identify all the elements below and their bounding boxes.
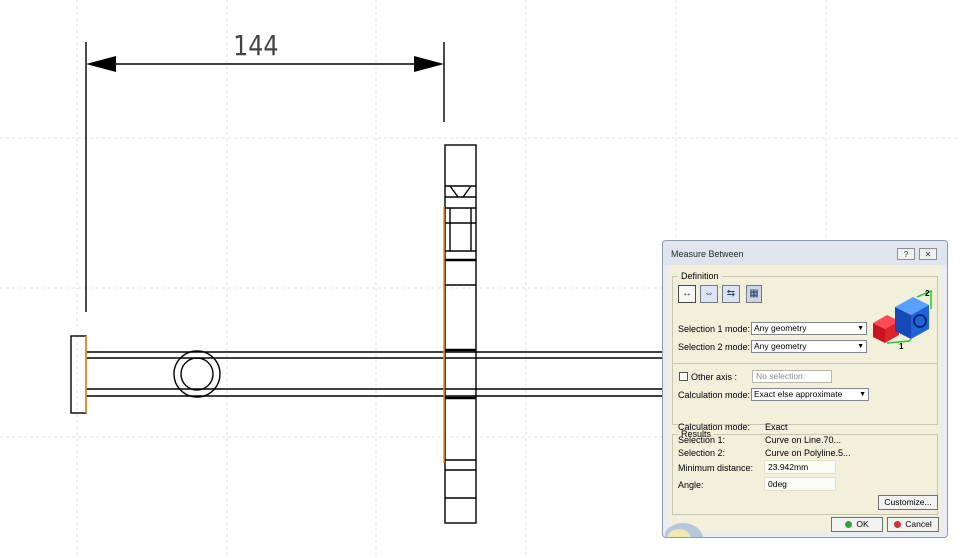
calculation-mode-value: Exact else approximate — [754, 389, 843, 399]
ok-button[interactable]: OK — [831, 517, 883, 532]
close-button[interactable]: ✕ — [919, 248, 937, 260]
keep-measure-icon[interactable]: ▦ — [746, 285, 762, 303]
angle-value: 0deg — [764, 477, 836, 491]
calculation-mode-label: Calculation mode: — [678, 390, 751, 400]
result-selection2-value: Curve on Polyline.5... — [765, 448, 851, 458]
selection-preview-icon: 1 2 — [873, 289, 932, 349]
preview-axis-label-2: 2 — [925, 289, 930, 298]
selection1-mode-label: Selection 1 mode: — [678, 324, 751, 334]
chevron-down-icon: ▼ — [857, 343, 864, 350]
result-selection2-label: Selection 2: — [678, 448, 726, 458]
app-logo-decoration — [665, 523, 703, 537]
minimum-distance-value: 23.942mm — [764, 460, 836, 474]
chevron-down-icon: ▼ — [857, 325, 864, 332]
ok-icon — [845, 521, 853, 528]
measure-between-icon[interactable]: ↔ — [678, 285, 696, 303]
calculation-mode-combo[interactable]: Exact else approximate ▼ — [751, 388, 869, 401]
dimension-value: 144 — [233, 30, 278, 62]
cancel-label: Cancel — [905, 519, 932, 529]
measure-fan-icon[interactable]: ⇆ — [722, 285, 740, 303]
cancel-icon — [894, 521, 902, 528]
minimum-distance-label: Minimum distance: — [678, 463, 754, 473]
selection2-mode-value: Any geometry — [754, 341, 807, 351]
angle-label: Angle: — [678, 480, 704, 490]
definition-legend: Definition — [681, 271, 719, 281]
divider — [672, 363, 938, 364]
measure-in-chain-icon[interactable]: ⇔ — [700, 285, 718, 303]
selection1-mode-value: Any geometry — [754, 323, 807, 333]
selection2-mode-combo[interactable]: Any geometry ▼ — [751, 340, 867, 353]
part-geometry[interactable] — [70, 144, 662, 524]
cancel-button[interactable]: Cancel — [887, 517, 939, 532]
result-selection1-value: Curve on Line.70... — [765, 435, 842, 445]
result-calc-mode-value: Exact — [765, 422, 788, 432]
preview-axis-label-1: 1 — [899, 342, 904, 349]
other-axis-field[interactable]: No selection — [752, 370, 832, 383]
ok-label: OK — [856, 519, 869, 529]
dialog-title: Measure Between — [671, 249, 744, 259]
other-axis-label: Other axis : — [691, 372, 738, 382]
dialog-titlebar[interactable]: Measure Between ? ✕ — [663, 241, 947, 265]
result-calc-mode-label: Calculation mode: — [678, 422, 751, 432]
customize-button[interactable]: Customize... — [878, 495, 938, 510]
dimension-144[interactable]: 144 — [85, 30, 445, 312]
measure-between-dialog: Measure Between ? ✕ Definition ↔ ⇔ ⇆ ▦ 1… — [662, 240, 948, 538]
result-selection1-label: Selection 1: — [678, 435, 726, 445]
selection1-mode-combo[interactable]: Any geometry ▼ — [751, 322, 867, 335]
chevron-down-icon: ▼ — [859, 391, 866, 398]
help-button[interactable]: ? — [897, 248, 915, 260]
selection2-mode-label: Selection 2 mode: — [678, 342, 751, 352]
dialog-content: Definition ↔ ⇔ ⇆ ▦ 1 2 Selection 1 mode:… — [669, 265, 941, 533]
other-axis-checkbox[interactable] — [679, 372, 688, 381]
selected-curves[interactable] — [85, 207, 445, 463]
